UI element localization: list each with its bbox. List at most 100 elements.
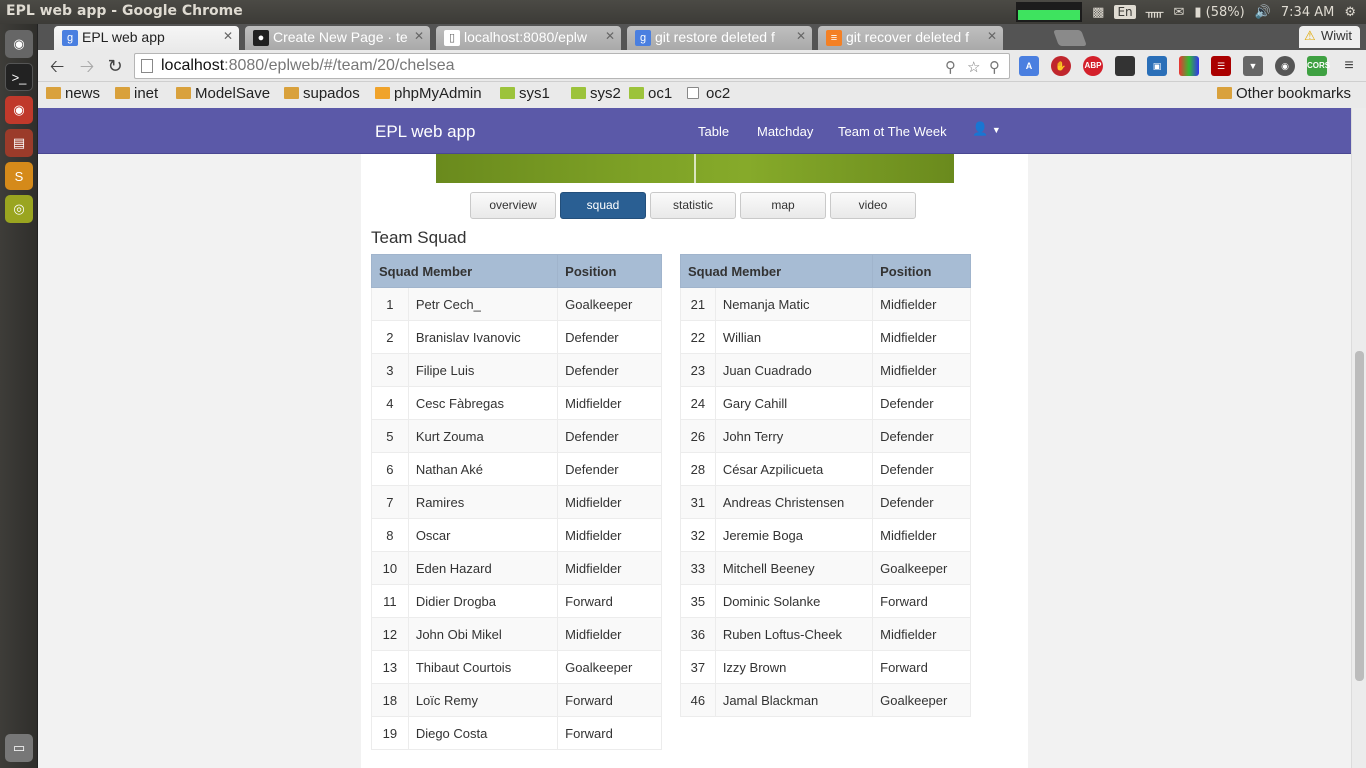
user-menu[interactable]: 👤 ▼	[972, 121, 1001, 137]
stop-extension-icon[interactable]: ✋	[1051, 56, 1071, 76]
player-name: Ruben Loftus-Cheek	[714, 617, 874, 651]
page-icon: ▯	[444, 30, 460, 46]
window-title: EPL web app - Google Chrome	[6, 3, 243, 19]
new-tab-button[interactable]	[1053, 30, 1087, 46]
player-number: 33	[680, 551, 716, 585]
bookmark-item[interactable]: oc2	[687, 85, 730, 102]
mail-icon[interactable]: ✉	[1173, 5, 1184, 20]
browser-tab[interactable]: g EPL web app ✕	[54, 26, 239, 50]
player-position: Midfielder	[872, 287, 971, 321]
column-header-member: Squad Member	[370, 254, 559, 288]
browser-toolbar: 🡠 🡢 ↻ localhost:8080/eplweb/#/team/20/ch…	[38, 50, 1366, 82]
globe-extension-icon[interactable]: ◉	[1275, 56, 1295, 76]
screenshot-extension-icon[interactable]: ▣	[1147, 56, 1167, 76]
column-header-member: Squad Member	[679, 254, 874, 288]
profile-tab[interactable]: ⚠ Wiwit	[1298, 26, 1360, 48]
bookmark-item[interactable]: news	[46, 85, 100, 102]
player-position: Goalkeeper	[557, 287, 662, 321]
reload-icon[interactable]: ↻	[104, 55, 126, 77]
tab-squad[interactable]: squad	[560, 192, 646, 219]
nav-team-of-the-week[interactable]: Team ot The Week	[838, 124, 947, 139]
bookmark-item[interactable]: ModelSave	[176, 85, 270, 102]
nav-matchday[interactable]: Matchday	[757, 124, 813, 139]
close-icon[interactable]: ✕	[605, 29, 615, 43]
os-top-panel: EPL web app - Google Chrome ▩ En ᚅ ✉ ▮ (…	[0, 0, 1366, 24]
shield-extension-icon[interactable]: ▼	[1243, 56, 1263, 76]
translate-extension-icon[interactable]: A	[1019, 56, 1039, 76]
reader-extension-icon[interactable]: ☰	[1211, 56, 1231, 76]
back-arrow-icon[interactable]: 🡠	[46, 55, 68, 77]
address-bar[interactable]: localhost:8080/eplweb/#/team/20/chelsea …	[134, 53, 1010, 79]
bookmark-star-icon[interactable]: ☆	[967, 58, 980, 76]
bookmark-item[interactable]: inet	[115, 85, 158, 102]
player-position: Goalkeeper	[872, 683, 971, 717]
key-icon[interactable]: ⚲	[989, 58, 1000, 76]
brand-link[interactable]: EPL web app	[375, 122, 476, 142]
table-row: 11 Didier Drogba Forward	[371, 584, 662, 618]
terminal-icon[interactable]: >_	[5, 63, 33, 91]
battery-indicator[interactable]: ▮ (58%)	[1194, 5, 1244, 20]
power-gear-icon[interactable]: ⚙	[1344, 5, 1356, 20]
url-host: localhost	[161, 57, 225, 74]
signal-icon[interactable]: ▩	[1092, 5, 1104, 20]
close-icon[interactable]: ✕	[223, 29, 233, 43]
menu-icon[interactable]: ≡	[1338, 55, 1360, 77]
bookmark-item[interactable]: supados	[284, 85, 360, 102]
other-bookmarks[interactable]: Other bookmarks	[1217, 85, 1351, 102]
player-name: Filipe Luis	[407, 353, 559, 387]
close-icon[interactable]: ✕	[796, 29, 806, 43]
bookmark-item[interactable]: phpMyAdmin	[375, 85, 482, 102]
forward-arrow-icon[interactable]: 🡢	[76, 55, 98, 77]
adblock-plus-icon[interactable]: ABP	[1083, 56, 1103, 76]
close-icon[interactable]: ✕	[414, 29, 424, 43]
table-row: 21 Nemanja Matic Midfielder	[680, 287, 971, 321]
dark-extension-icon[interactable]	[1115, 56, 1135, 76]
browser-tab[interactable]: ▯ localhost:8080/eplw ✕	[436, 26, 621, 50]
url-path: :8080/eplweb/#/team/20/chelsea	[224, 57, 455, 74]
bookmark-label: inet	[134, 85, 159, 102]
player-number: 37	[680, 650, 716, 684]
scrollbar-thumb[interactable]	[1355, 351, 1364, 681]
bookmark-item[interactable]: sys2	[571, 85, 621, 102]
sublime-text-icon[interactable]: S	[5, 162, 33, 190]
player-position: Defender	[557, 419, 662, 453]
page-scrollbar[interactable]	[1351, 108, 1366, 768]
close-icon[interactable]: ✕	[987, 29, 997, 43]
volume-icon[interactable]: 🔊	[1255, 5, 1271, 20]
colors-extension-icon[interactable]	[1179, 56, 1199, 76]
table-row: 12 John Obi Mikel Midfielder	[371, 617, 662, 651]
cors-extension-icon[interactable]: CORS	[1307, 56, 1330, 76]
tab-title: git recover deleted f	[846, 29, 969, 45]
tab-video[interactable]: video	[830, 192, 916, 219]
search-icon[interactable]: ⚲	[945, 58, 956, 76]
keyboard-layout-indicator[interactable]: En	[1114, 5, 1136, 19]
player-position: Defender	[557, 320, 662, 354]
app-icon[interactable]: ◎	[5, 195, 33, 223]
trash-icon[interactable]: ▭	[5, 734, 33, 762]
tab-map[interactable]: map	[740, 192, 826, 219]
clock[interactable]: 7:34 AM	[1281, 5, 1334, 20]
bookmark-item[interactable]: oc1	[629, 85, 672, 102]
bookmark-item[interactable]: sys1	[500, 85, 550, 102]
page-viewport: EPL web app Table Matchday Team ot The W…	[38, 108, 1351, 768]
folder-icon	[284, 87, 299, 99]
tab-overview[interactable]: overview	[470, 192, 556, 219]
player-number: 24	[680, 386, 716, 420]
files-icon[interactable]: ▤	[5, 129, 33, 157]
player-name: Izzy Brown	[714, 650, 874, 684]
player-number: 10	[371, 551, 409, 585]
chrome-icon[interactable]: ◉	[5, 96, 33, 124]
player-position: Midfielder	[872, 353, 971, 387]
browser-tab[interactable]: g git restore deleted f ✕	[627, 26, 812, 50]
tab-title: EPL web app	[82, 29, 165, 45]
tab-statistic[interactable]: statistic	[650, 192, 736, 219]
browser-tab[interactable]: ≡ git recover deleted f ✕	[818, 26, 1003, 50]
tab-title: Create New Page · te	[273, 29, 408, 45]
browser-tab[interactable]: ● Create New Page · te ✕	[245, 26, 430, 50]
nav-table[interactable]: Table	[698, 124, 729, 139]
network-graph-icon[interactable]	[1016, 2, 1083, 22]
bluetooth-icon[interactable]: ᚅ	[1146, 5, 1164, 20]
dash-home-icon[interactable]: ◉	[5, 30, 33, 58]
squad-table-left: Squad Member Position 1 Petr Cech_ Goalkee…	[370, 254, 662, 750]
player-number: 18	[371, 683, 409, 717]
